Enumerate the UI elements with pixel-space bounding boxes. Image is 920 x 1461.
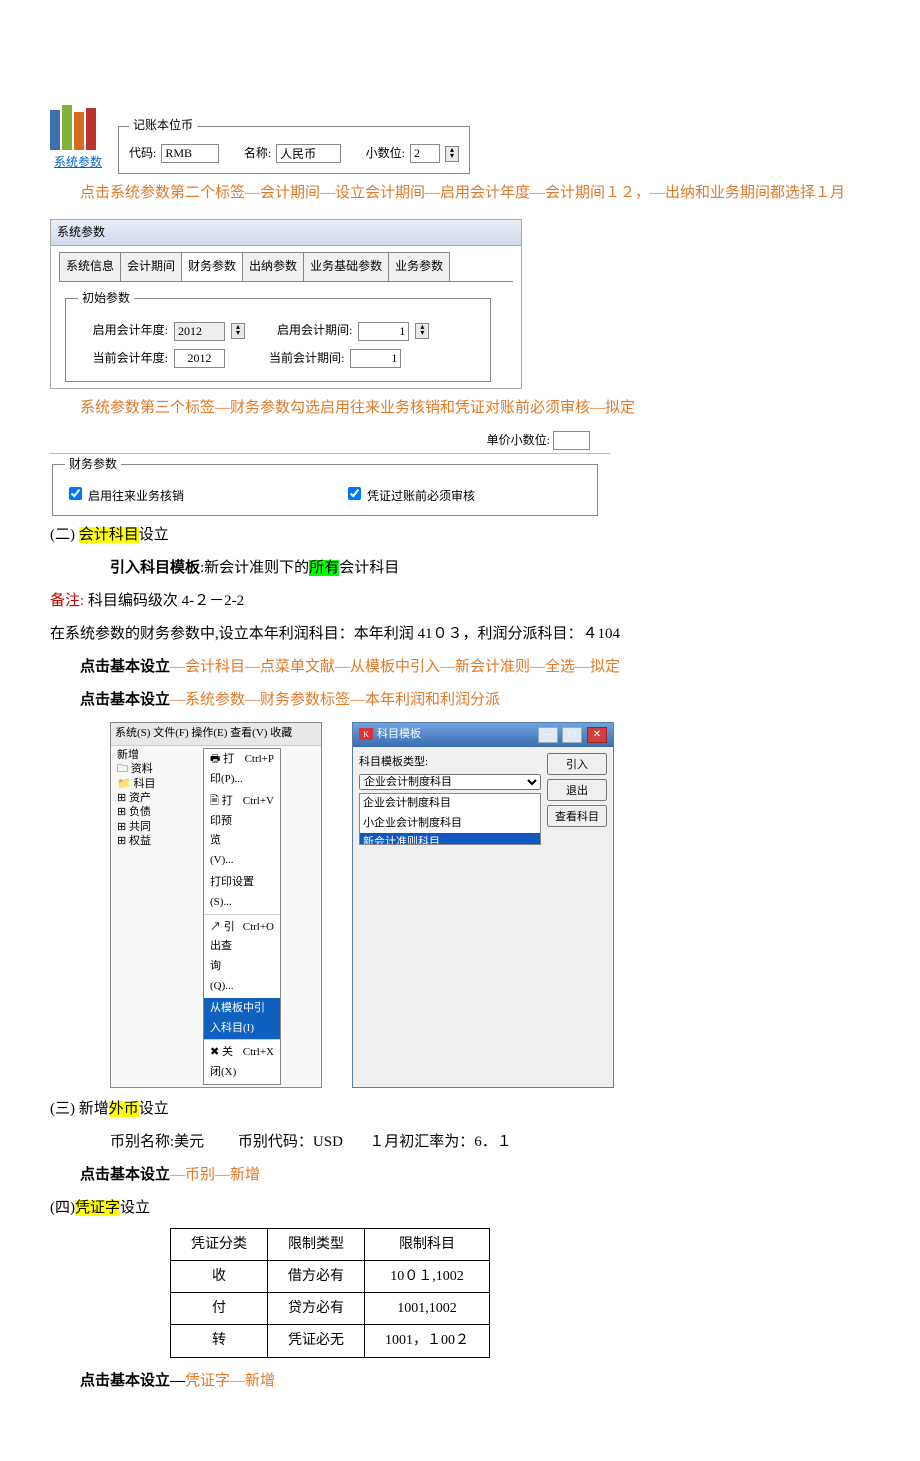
click-line-voucher: 点击基本设立—凭证字—新增 xyxy=(50,1368,870,1395)
finance-params-legend: 财务参数 xyxy=(65,454,121,476)
unit-decimal-label: 单价小数位: xyxy=(487,433,550,447)
voucher-table: 凭证分类 限制类型 限制科目 收借方必有10０１,1002 付贷方必有1001,… xyxy=(170,1228,490,1358)
menu-item-print[interactable]: 🖶 打印(P)...Ctrl+P xyxy=(204,749,280,791)
list-item[interactable]: 新会计准则科目 xyxy=(360,833,540,844)
maximize-button[interactable]: □ xyxy=(562,727,582,743)
current-period-input[interactable] xyxy=(350,349,401,368)
tab-cashier-params[interactable]: 出纳参数 xyxy=(242,252,304,281)
import-button[interactable]: 引入 xyxy=(547,753,607,775)
decimal-input[interactable] xyxy=(410,144,440,163)
currency-info-line: 币别名称:美元 币别代码：USD １月初汇率为：6．１ xyxy=(50,1129,870,1156)
note-line: 备注: 科目编码级次 4-２－2-2 xyxy=(50,588,870,615)
code-input[interactable] xyxy=(161,144,219,163)
tab-system-info[interactable]: 系统信息 xyxy=(59,252,121,281)
menu-item-close[interactable]: ✖ 关闭(X)Ctrl+X xyxy=(204,1042,280,1084)
table-row: 转凭证必无1001，１00２ xyxy=(171,1325,490,1357)
enable-period-spinner[interactable]: ▴▾ xyxy=(415,323,429,339)
exit-button[interactable]: 退出 xyxy=(547,779,607,801)
account-template-dialog: K科目模板 — □ ✕ 科目模板类型: 企业会计制度科目 企业会计制度科目 小企… xyxy=(352,722,614,1088)
books-icon xyxy=(50,100,106,152)
screenshot-row: 系统(S) 文件(F) 操作(E) 查看(V) 收藏 新增 🗀 资料 📁 科目 … xyxy=(110,722,870,1088)
table-row: 收借方必有10０１,1002 xyxy=(171,1261,490,1293)
file-menu-dropdown: 🖶 打印(P)...Ctrl+P 🗎 打印预览(V)...Ctrl+V 打印设置… xyxy=(203,748,281,1085)
col-restrict-account: 限制科目 xyxy=(365,1228,490,1260)
enable-year-spinner[interactable]: ▴▾ xyxy=(231,323,245,339)
name-input[interactable] xyxy=(276,144,341,163)
minimize-button[interactable]: — xyxy=(538,727,558,743)
base-currency-legend: 记账本位币 xyxy=(129,115,197,137)
menu-screenshot: 系统(S) 文件(F) 操作(E) 查看(V) 收藏 新增 🗀 资料 📁 科目 … xyxy=(110,722,322,1088)
finance-params-block: 单价小数位: 财务参数 启用往来业务核销 凭证过账前必须审核 xyxy=(50,430,610,517)
profit-account-line: 在系统参数的财务参数中,设立本年利润科目：本年利润 41０３，利润分派科目：４1… xyxy=(50,621,870,648)
enable-period-label: 启用会计期间: xyxy=(277,320,352,342)
current-period-label: 当前会计期间: xyxy=(269,348,344,370)
template-type-label: 科目模板类型: xyxy=(359,753,541,773)
tab-biz-base-params[interactable]: 业务基础参数 xyxy=(303,252,389,281)
current-year-label: 当前会计年度: xyxy=(78,348,168,370)
import-template-line: 引入科目模板:新会计准则下的所有会计科目 xyxy=(50,555,870,582)
instruction-para-2: 系统参数第三个标签—财务参数勾选启用往来业务核销和凭证对账前必须审核—拟定 xyxy=(50,395,870,422)
menu-item-preview[interactable]: 🗎 打印预览(V)...Ctrl+V xyxy=(204,791,280,872)
init-params-legend: 初始参数 xyxy=(78,288,134,310)
tab-accounting-period[interactable]: 会计期间 xyxy=(120,252,182,281)
code-label: 代码: xyxy=(129,143,156,165)
view-account-button[interactable]: 查看科目 xyxy=(547,805,607,827)
template-type-select[interactable]: 企业会计制度科目 xyxy=(359,774,541,790)
sys-param-launcher[interactable]: 系统参数 xyxy=(50,100,106,174)
voucher-audit-checkbox[interactable]: 凭证过账前必须审核 xyxy=(344,484,475,508)
tab-bar: 系统信息 会计期间 财务参数 出纳参数 业务基础参数 业务参数 xyxy=(51,246,521,281)
sys-param-icon-block: 系统参数 记账本位币 代码: 名称: 小数位: ▴▾ xyxy=(50,100,870,174)
template-listbox[interactable]: 企业会计制度科目 小企业会计制度科目 新会计准则科目 xyxy=(359,793,541,845)
current-year-input[interactable] xyxy=(174,349,225,368)
dialog-title: 科目模板 xyxy=(377,728,421,740)
list-item[interactable]: 企业会计制度科目 xyxy=(360,794,540,814)
section-2-heading: (二) 会计科目设立 xyxy=(50,522,870,549)
col-voucher-class: 凭证分类 xyxy=(171,1228,268,1260)
enable-year-label: 启用会计年度: xyxy=(78,320,168,342)
enable-ar-ap-checkbox[interactable]: 启用往来业务核销 xyxy=(65,484,184,508)
tab-finance-params[interactable]: 财务参数 xyxy=(181,252,243,281)
tab-biz-params[interactable]: 业务参数 xyxy=(388,252,450,281)
list-item[interactable]: 小企业会计制度科目 xyxy=(360,814,540,834)
sys-param-window: 系统参数 系统信息 会计期间 财务参数 出纳参数 业务基础参数 业务参数 初始参… xyxy=(50,219,522,389)
table-header-row: 凭证分类 限制类型 限制科目 xyxy=(171,1228,490,1260)
section-3-heading: (三) 新增外币设立 xyxy=(50,1096,870,1123)
click-line-1: 点击基本设立—会计科目—点菜单文献—从模板中引入—新会计准则—全选—拟定 xyxy=(50,654,870,681)
menu-item-import-template[interactable]: 从模板中引入科目(I) xyxy=(204,998,280,1040)
menu-item-print-setup[interactable]: 打印设置(S)... xyxy=(204,872,280,914)
decimal-spinner[interactable]: ▴▾ xyxy=(445,146,459,162)
name-label: 名称: xyxy=(244,143,271,165)
enable-year-input[interactable] xyxy=(174,322,225,341)
finance-params-fieldset: 财务参数 启用往来业务核销 凭证过账前必须审核 xyxy=(52,454,598,516)
init-params-fieldset: 初始参数 启用会计年度: ▴▾ 启用会计期间: ▴▾ 当前会计年度: 当前会计期… xyxy=(65,288,491,382)
tree-pane: 新增 🗀 资料 📁 科目 ⊞ 资产 ⊞ 负债 ⊞ 共同 ⊞ 权益 xyxy=(111,746,163,1087)
window-title: 系统参数 xyxy=(51,220,521,247)
base-currency-fieldset: 记账本位币 代码: 名称: 小数位: ▴▾ xyxy=(118,115,470,173)
table-row: 付贷方必有1001,1002 xyxy=(171,1293,490,1325)
decimal-label: 小数位: xyxy=(366,143,405,165)
close-button[interactable]: ✕ xyxy=(587,727,607,743)
unit-decimal-input[interactable] xyxy=(553,431,590,450)
section-4-heading: (四)凭证字设立 xyxy=(50,1195,870,1222)
enable-period-input[interactable] xyxy=(358,322,409,341)
menu-bar: 系统(S) 文件(F) 操作(E) 查看(V) 收藏 xyxy=(111,723,321,746)
menu-item-export[interactable]: ↗ 引出查询(Q)...Ctrl+O xyxy=(204,917,280,998)
col-restrict-type: 限制类型 xyxy=(268,1228,365,1260)
sys-param-link-label: 系统参数 xyxy=(50,152,106,174)
instruction-para-1: 点击系统参数第二个标签—会计期间—设立会计期间—启用会计年度—会计期间１２，—出… xyxy=(50,180,870,207)
click-line-2: 点击基本设立—系统参数—财务参数标签—本年利润和利润分派 xyxy=(50,687,870,714)
click-line-currency: 点击基本设立—币别—新增 xyxy=(50,1162,870,1189)
